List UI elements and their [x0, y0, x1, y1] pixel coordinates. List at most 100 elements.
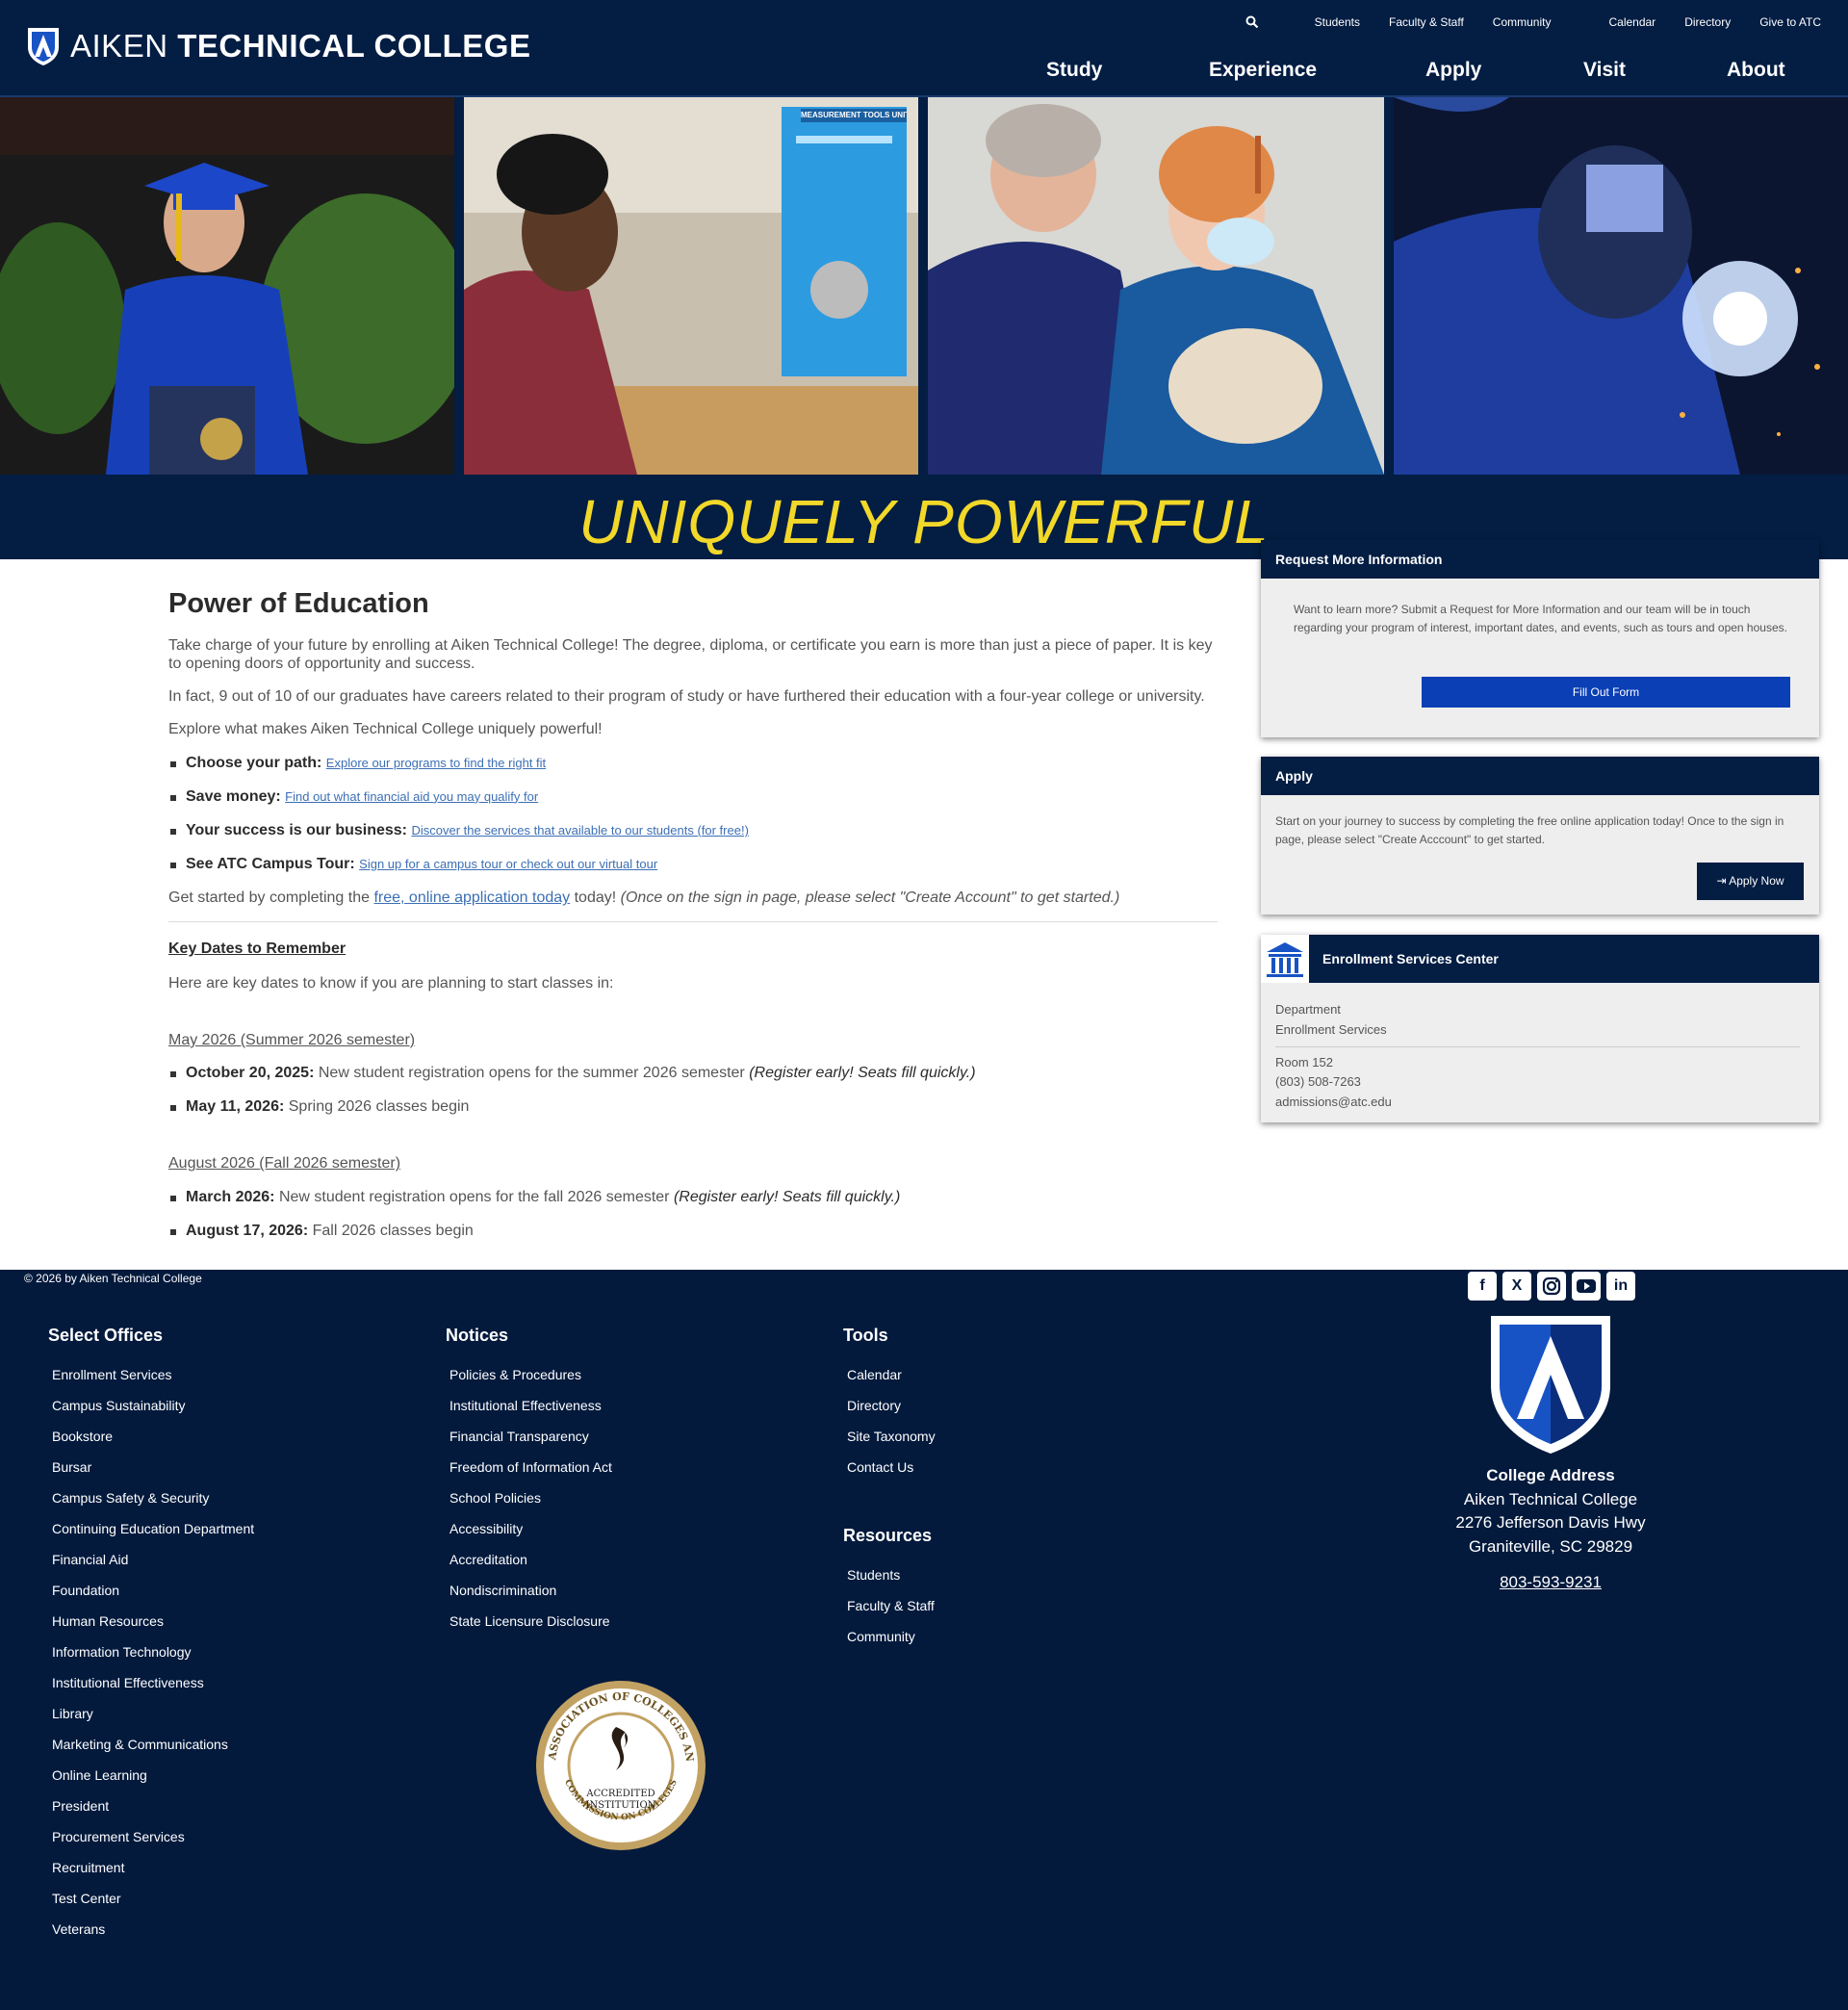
footer-link[interactable]: Site Taxonomy	[847, 1429, 936, 1444]
footer-link[interactable]: President	[52, 1798, 254, 1814]
utility-link-directory[interactable]: Directory	[1684, 15, 1731, 29]
utility-link-calendar[interactable]: Calendar	[1608, 15, 1656, 29]
enrollment-title: Enrollment Services Center	[1322, 951, 1499, 966]
footer-link[interactable]: Bursar	[52, 1459, 254, 1475]
financial-aid-link[interactable]: Find out what financial aid you may qual…	[285, 789, 538, 804]
footer-link[interactable]: Community	[847, 1629, 935, 1644]
search-icon[interactable]	[1245, 15, 1259, 29]
footer-link[interactable]: Calendar	[847, 1367, 936, 1382]
nav-apply[interactable]: Apply	[1425, 59, 1481, 82]
fall-dates-list: March 2026: New student registration ope…	[168, 1188, 1218, 1240]
intro-paragraph-3: Explore what makes Aiken Technical Colle…	[168, 721, 603, 738]
footer-link[interactable]: Procurement Services	[52, 1829, 254, 1844]
footer-link[interactable]: Information Technology	[52, 1644, 254, 1660]
utility-link-community[interactable]: Community	[1493, 15, 1552, 29]
social-links: f X in	[1468, 1272, 1635, 1301]
footer-link[interactable]: Continuing Education Department	[52, 1521, 254, 1536]
college-phone-link[interactable]: 803-593-9231	[1500, 1571, 1602, 1595]
footer-link[interactable]: Policies & Procedures	[449, 1367, 612, 1382]
footer-link[interactable]: Human Resources	[52, 1613, 254, 1629]
footer-link[interactable]: Recruitment	[52, 1860, 254, 1875]
main-nav: Study Experience Apply Visit About	[0, 59, 1848, 88]
list-item: March 2026: New student registration ope…	[168, 1188, 1218, 1206]
semester-heading: May 2026 (Summer 2026 semester)	[168, 1031, 416, 1048]
bullet-label: See ATC Campus Tour:	[186, 856, 355, 873]
card-title: Enrollment Services Center	[1261, 935, 1819, 983]
copyright: © 2026 by Aiken Technical College	[24, 1272, 202, 1285]
nav-about[interactable]: About	[1727, 59, 1785, 82]
footer-link[interactable]: Enrollment Services	[52, 1367, 254, 1382]
campus-tour-link[interactable]: Sign up for a campus tour or check out o…	[359, 857, 657, 871]
linkedin-icon[interactable]: in	[1606, 1272, 1635, 1301]
footer-link[interactable]: Institutional Effectiveness	[52, 1675, 254, 1690]
site-footer: © 2026 by Aiken Technical College Select…	[0, 1270, 1848, 2010]
utility-link-give[interactable]: Give to ATC	[1759, 15, 1821, 29]
nav-study[interactable]: Study	[1046, 59, 1102, 82]
seal-center-line1: ACCREDITED	[585, 1789, 654, 1799]
apply-now-button[interactable]: ⇥ Apply Now	[1697, 863, 1804, 900]
intro-paragraph-2: In fact, 9 out of 10 of our graduates ha…	[168, 688, 1205, 706]
bullet-label: Choose your path:	[186, 754, 322, 771]
date-note: (Register early! Seats fill quickly.)	[749, 1065, 976, 1082]
page-title: Power of Education	[168, 588, 429, 619]
footer-link[interactable]: Accessibility	[449, 1521, 612, 1536]
card-body: Want to learn more? Submit a Request for…	[1294, 603, 1787, 634]
notices-column: Notices Policies & Procedures Institutio…	[446, 1326, 612, 1644]
accreditation-seal[interactable]: SOUTHERN ASSOCIATION OF COLLEGES AND SCH…	[529, 1669, 707, 1852]
list-item: May 11, 2026: Spring 2026 classes begin	[168, 1097, 1218, 1116]
student-services-link[interactable]: Discover the services that available to …	[411, 823, 748, 838]
email-address[interactable]: admissions@atc.edu	[1275, 1093, 1805, 1113]
explore-programs-link[interactable]: Explore our programs to find the right f…	[326, 756, 546, 770]
footer-link[interactable]: Faculty & Staff	[847, 1598, 935, 1613]
semester-heading: August 2026 (Fall 2026 semester)	[168, 1155, 401, 1172]
footer-link[interactable]: Foundation	[52, 1583, 254, 1598]
phone-number[interactable]: (803) 508-7263	[1275, 1072, 1805, 1093]
youtube-icon[interactable]	[1572, 1272, 1601, 1301]
select-offices-column: Select Offices Enrollment Services Campu…	[48, 1326, 254, 1952]
facebook-icon[interactable]: f	[1468, 1272, 1497, 1301]
key-dates-intro: Here are key dates to know if you are pl…	[168, 974, 614, 992]
footer-link[interactable]: Library	[52, 1706, 254, 1721]
footer-link[interactable]: Institutional Effectiveness	[449, 1398, 612, 1413]
footer-link[interactable]: Test Center	[52, 1891, 254, 1906]
footer-link[interactable]: Accreditation	[449, 1552, 612, 1567]
footer-link[interactable]: Students	[847, 1567, 935, 1583]
utility-link-faculty-staff[interactable]: Faculty & Staff	[1389, 15, 1464, 29]
utility-link-students[interactable]: Students	[1315, 15, 1360, 29]
online-application-link[interactable]: free, online application today	[373, 889, 570, 906]
main-content: Power of Education Take charge of your f…	[168, 587, 1218, 1255]
photo-sign-label: MEASUREMENT TOOLS UNIT 56-M	[801, 111, 907, 119]
footer-link[interactable]: Campus Sustainability	[52, 1398, 254, 1413]
footer-link[interactable]: Marketing & Communications	[52, 1737, 254, 1752]
footer-link[interactable]: Bookstore	[52, 1429, 254, 1444]
footer-link[interactable]: Online Learning	[52, 1767, 254, 1783]
x-icon[interactable]: X	[1502, 1272, 1531, 1301]
technician-photo: MEASUREMENT TOOLS UNIT 56-M	[464, 97, 918, 475]
card-title: Apply	[1261, 757, 1819, 795]
divider	[1275, 1045, 1800, 1047]
footer-link[interactable]: Financial Transparency	[449, 1429, 612, 1444]
footer-link[interactable]: State Licensure Disclosure	[449, 1613, 612, 1629]
card-body: Start on your journey to success by comp…	[1275, 814, 1784, 846]
footer-link[interactable]: Directory	[847, 1398, 936, 1413]
address-line3: Graniteville, SC 29829	[1468, 1536, 1633, 1556]
nav-visit[interactable]: Visit	[1583, 59, 1626, 82]
date-label: August 17, 2026:	[186, 1222, 309, 1239]
apply-card: Apply Start on your journey to success b…	[1261, 757, 1819, 915]
footer-link[interactable]: Campus Safety & Security	[52, 1490, 254, 1506]
address-line1: Aiken Technical College	[1463, 1489, 1638, 1508]
footer-link[interactable]: Financial Aid	[52, 1552, 254, 1567]
footer-link[interactable]: School Policies	[449, 1490, 612, 1506]
list-item: August 17, 2026: Fall 2026 classes begin	[168, 1222, 1218, 1240]
nav-experience[interactable]: Experience	[1209, 59, 1317, 82]
footer-link[interactable]: Contact Us	[847, 1459, 936, 1475]
list-item: See ATC Campus Tour: Sign up for a campu…	[168, 855, 1218, 873]
instagram-icon[interactable]	[1537, 1272, 1566, 1301]
footer-link[interactable]: Freedom of Information Act	[449, 1459, 612, 1475]
footer-link[interactable]: Veterans	[52, 1921, 254, 1937]
footer-link[interactable]: Nondiscrimination	[449, 1583, 612, 1598]
get-started-text: Get started by completing the free, onli…	[168, 889, 1218, 907]
fill-out-form-button[interactable]: Fill Out Form	[1422, 677, 1790, 708]
dental-photo	[928, 97, 1384, 475]
seal-center-line2: INSTITUTION	[586, 1800, 656, 1811]
